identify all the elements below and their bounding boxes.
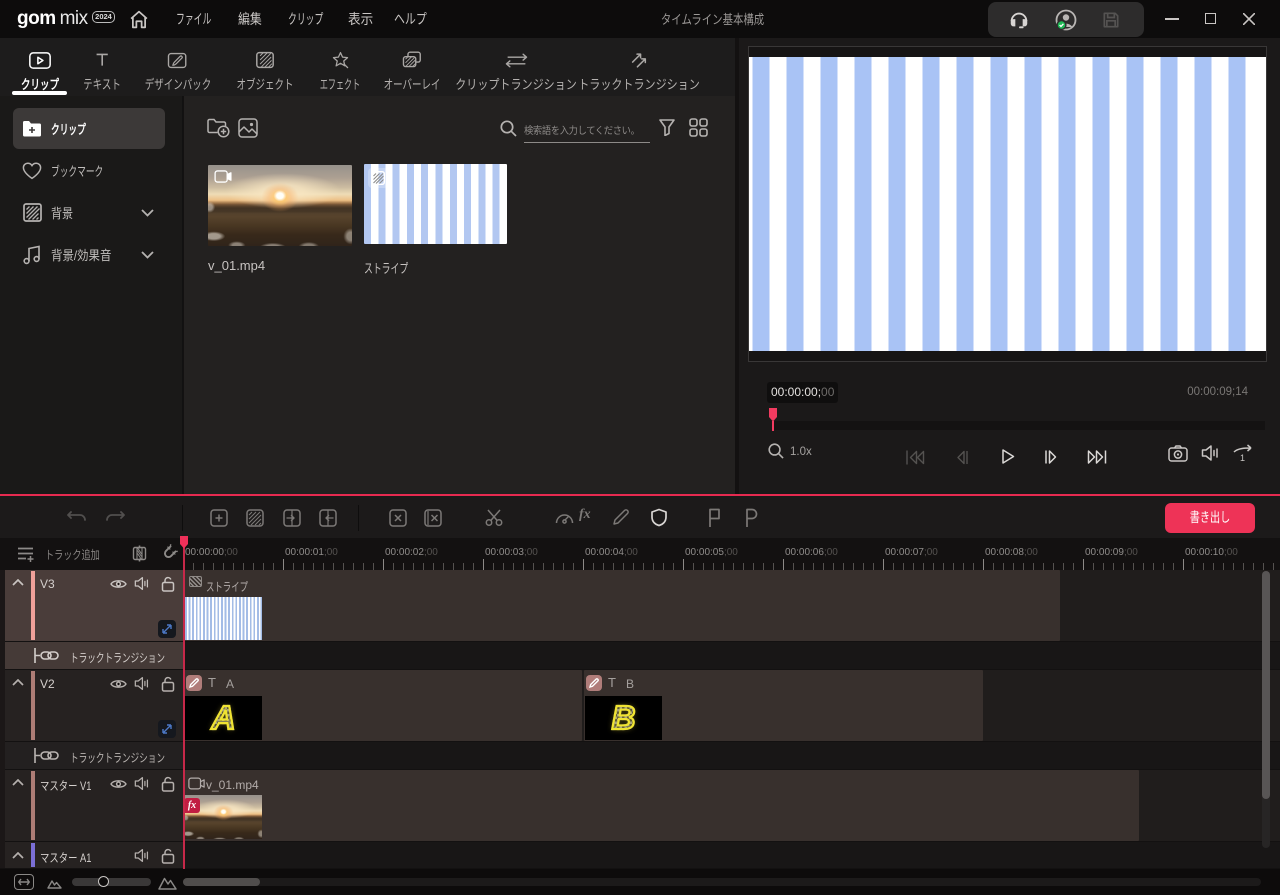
svg-text:1: 1 <box>1240 453 1245 463</box>
